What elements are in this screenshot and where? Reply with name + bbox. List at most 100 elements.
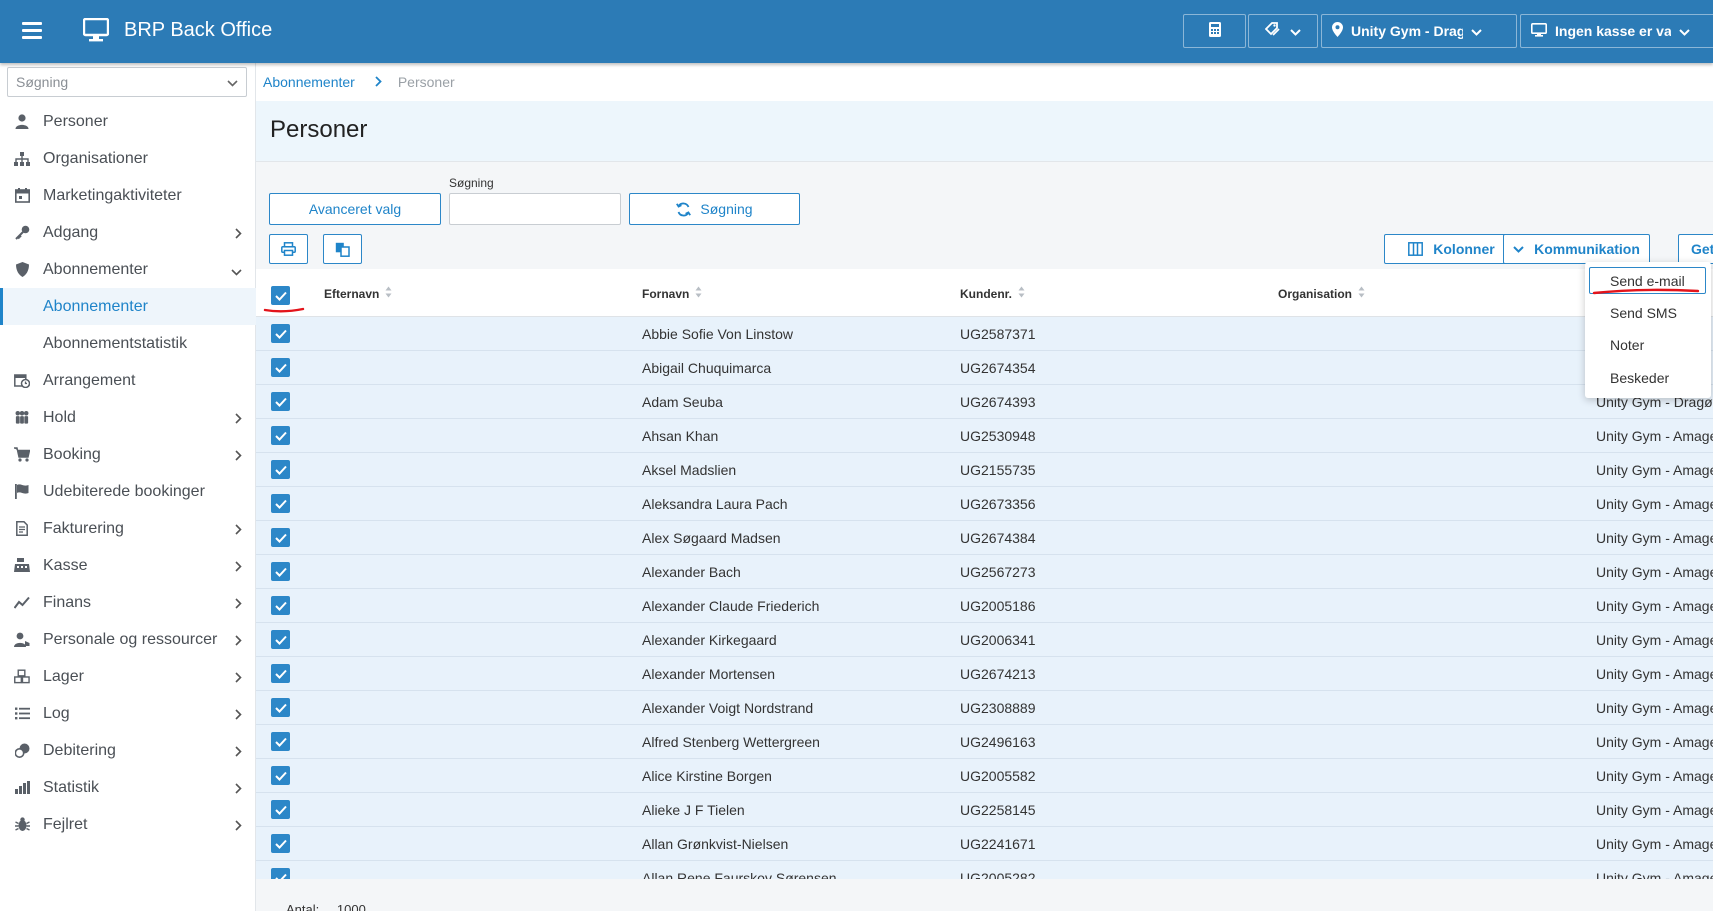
get-button[interactable]: Get — [1678, 234, 1713, 264]
table-row[interactable]: Abbie Sofie Von Linstow UG2587371 — [256, 317, 1713, 351]
menu-icon[interactable] — [22, 22, 42, 40]
column-header-organisation[interactable]: Organisation — [1278, 286, 1365, 301]
row-checkbox[interactable] — [271, 596, 290, 615]
row-checkbox[interactable] — [271, 358, 290, 377]
sidebar-item-abonnementstatistik[interactable]: Abonnementstatistik — [0, 325, 256, 362]
location-selector[interactable]: Unity Gym - Dragør — [1321, 14, 1517, 48]
sidebar-item-debitering[interactable]: Debitering — [0, 732, 256, 769]
row-checkbox[interactable] — [271, 868, 290, 879]
breadcrumb-parent-link[interactable]: Abonnementer — [263, 74, 355, 90]
sidebar-item-adgang[interactable]: Adgang — [0, 214, 256, 251]
sidebar-item-abonnementer[interactable]: Abonnementer — [0, 251, 256, 288]
calendar-clock-icon — [14, 373, 30, 389]
search-label: Søgning — [449, 176, 494, 190]
table-row[interactable]: Alexander Bach UG2567273 Unity Gym - Amage… — [256, 555, 1713, 589]
cell-kundenr: UG2673356 — [960, 496, 1036, 512]
advanced-options-button[interactable]: Avanceret valg — [269, 193, 441, 225]
sidebar-item-statistik[interactable]: Statistik — [0, 769, 256, 806]
row-checkbox[interactable] — [271, 834, 290, 853]
cash-register-icon — [14, 558, 30, 574]
table-row[interactable]: Adam Seuba UG2674393 Unity Gym - Dragør — [256, 385, 1713, 419]
calendar-icon — [14, 188, 30, 204]
menu-item-send-email[interactable]: Send e-mail — [1610, 273, 1685, 289]
table-row[interactable]: Aleksandra Laura Pach UG2673356 Unity Gym … — [256, 487, 1713, 521]
columns-button[interactable]: Kolonner — [1384, 234, 1519, 264]
sidebar-item-log[interactable]: Log — [0, 695, 256, 732]
refresh-icon — [676, 202, 692, 217]
sidebar-item-label: Hold — [43, 408, 76, 426]
row-checkbox[interactable] — [271, 800, 290, 819]
copy-button[interactable] — [323, 234, 362, 264]
sidebar-item-fakturering[interactable]: Fakturering — [0, 510, 256, 547]
menu-item-send-sms[interactable]: Send SMS — [1610, 305, 1677, 321]
search-button[interactable]: Søgning — [629, 193, 800, 225]
cell-fornavn: Alexander Voigt Nordstrand — [642, 700, 814, 716]
row-checkbox[interactable] — [271, 426, 290, 445]
sidebar-item-lager[interactable]: Lager — [0, 658, 256, 695]
check-icon — [274, 499, 287, 509]
table-row[interactable]: Alexander Kirkegaard UG2006341 Unity Gym -… — [256, 623, 1713, 657]
menu-item-beskeder[interactable]: Beskeder — [1610, 370, 1669, 386]
sidebar-search-select[interactable]: Søgning — [7, 67, 247, 97]
page-title: Personer — [270, 116, 368, 143]
cell-fornavn: Aleksandra Laura Pach — [642, 496, 788, 512]
table-row[interactable]: Abigail Chuquimarca UG2674354 — [256, 351, 1713, 385]
table-row[interactable]: Allan Grønkvist-Nielsen UG2241671 Unity Gy… — [256, 827, 1713, 861]
table-row[interactable]: Alexander Mortensen UG2674213 Unity Gym - … — [256, 657, 1713, 691]
boxes-icon — [14, 669, 30, 685]
menu-item-noter[interactable]: Noter — [1610, 337, 1644, 353]
select-all-checkbox[interactable] — [271, 286, 290, 305]
row-checkbox[interactable] — [271, 664, 290, 683]
table-row[interactable]: Aksel Madslien UG2155735 Unity Gym - Amage… — [256, 453, 1713, 487]
sidebar-item-arrangement[interactable]: Arrangement — [0, 362, 256, 399]
register-selector[interactable]: Ingen kasse er valgt — [1520, 14, 1713, 48]
sidebar-item-finans[interactable]: Finans — [0, 584, 256, 621]
row-checkbox[interactable] — [271, 392, 290, 411]
column-header-kundenr[interactable]: Kundenr. — [960, 286, 1025, 301]
calculator-button[interactable] — [1183, 14, 1246, 48]
check-icon — [274, 839, 287, 849]
communication-button[interactable]: Kommunikation — [1503, 234, 1650, 264]
table-row[interactable]: Alice Kirstine Borgen UG2005582 Unity Gym … — [256, 759, 1713, 793]
search-input[interactable] — [449, 193, 621, 225]
sidebar-item-personer[interactable]: Personer — [0, 103, 256, 140]
chevron-right-icon — [235, 596, 242, 614]
table-row[interactable]: Alexander Voigt Nordstrand UG2308889 Unity… — [256, 691, 1713, 725]
sidebar-item-udebiterede-bookinger[interactable]: Udebiterede bookinger — [0, 473, 256, 510]
row-checkbox[interactable] — [271, 562, 290, 581]
table-row[interactable]: Allan Rene Faurskov Sørensen UG2005282 Uni… — [256, 861, 1713, 879]
sidebar-item-abonnementer-sub[interactable]: Abonnementer — [0, 288, 256, 325]
table-row[interactable]: Alieke J F Tielen UG2258145 Unity Gym - Am… — [256, 793, 1713, 827]
row-checkbox[interactable] — [271, 494, 290, 513]
sidebar-item-fejlret[interactable]: Fejlret — [0, 806, 256, 843]
shield-icon — [14, 262, 30, 278]
row-checkbox[interactable] — [271, 698, 290, 717]
row-checkbox[interactable] — [271, 630, 290, 649]
cell-fornavn: Allan Rene Faurskov Sørensen — [642, 870, 837, 879]
row-checkbox[interactable] — [271, 528, 290, 547]
sidebar-item-marketingaktiviteter[interactable]: Marketingaktiviteter — [0, 177, 256, 214]
chevron-right-icon — [235, 559, 242, 577]
row-checkbox[interactable] — [271, 766, 290, 785]
table-row[interactable]: Alex Søgaard Madsen UG2674384 Unity Gym - … — [256, 521, 1713, 555]
table-row[interactable]: Alexander Claude Friederich UG2005186 Unit… — [256, 589, 1713, 623]
table-row[interactable]: Alfred Stenberg Wettergreen UG2496163 Unit… — [256, 725, 1713, 759]
column-header-fornavn[interactable]: Fornavn — [642, 286, 702, 301]
row-checkbox[interactable] — [271, 460, 290, 479]
sidebar-item-organisationer[interactable]: Organisationer — [0, 140, 256, 177]
row-checkbox[interactable] — [271, 324, 290, 343]
sidebar-item-kasse[interactable]: Kasse — [0, 547, 256, 584]
sidebar-item-hold[interactable]: Hold — [0, 399, 256, 436]
chevron-down-icon — [1513, 245, 1524, 253]
sidebar-item-booking[interactable]: Booking — [0, 436, 256, 473]
cell-fornavn: Alex Søgaard Madsen — [642, 530, 781, 546]
columns-label: Kolonner — [1433, 241, 1495, 257]
print-button[interactable] — [269, 234, 308, 264]
column-header-label: Organisation — [1278, 286, 1353, 301]
row-checkbox[interactable] — [271, 732, 290, 751]
tags-button[interactable] — [1248, 14, 1318, 48]
sidebar-item-label: Marketingaktiviteter — [43, 186, 182, 204]
sidebar-item-personale-og-ressourcer[interactable]: Personale og ressourcer — [0, 621, 256, 658]
table-row[interactable]: Ahsan Khan UG2530948 Unity Gym - Amager — [256, 419, 1713, 453]
column-header-efternavn[interactable]: Efternavn — [324, 286, 392, 301]
